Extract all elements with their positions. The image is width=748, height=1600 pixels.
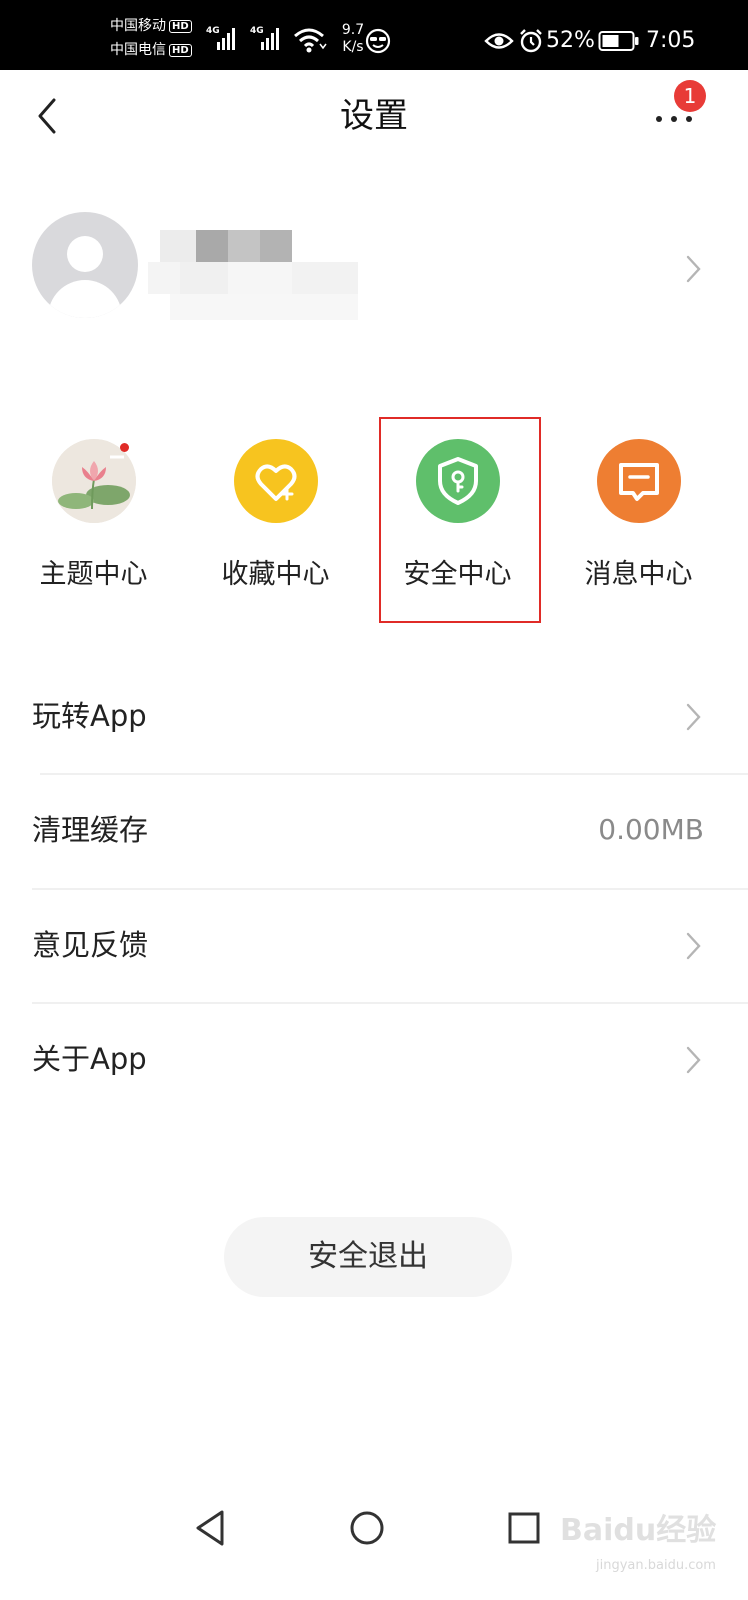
more-options-button[interactable]: 1 <box>646 80 706 140</box>
battery-percent: 52% <box>546 28 595 53</box>
watermark-url: jingyan.baidu.com <box>596 1558 716 1573</box>
avatar <box>32 212 138 318</box>
settings-row-label: 意见反馈 <box>32 928 149 962</box>
settings-row-clear-cache[interactable]: 清理缓存 0.00MB <box>0 774 748 888</box>
settings-row-play-app[interactable]: 玩转App <box>0 660 748 774</box>
settings-row-label: 玩转App <box>32 699 147 733</box>
chevron-right-icon <box>686 255 701 283</box>
circle-home-icon <box>350 1511 384 1545</box>
alarm-icon <box>520 29 542 53</box>
nav-back-button[interactable] <box>180 1500 240 1556</box>
notification-badge: 1 <box>674 80 706 112</box>
back-button[interactable] <box>24 92 72 140</box>
page-title: 设置 <box>340 96 408 136</box>
profile-row[interactable] <box>0 200 748 330</box>
quick-action-theme[interactable]: 主题中心 <box>0 415 187 625</box>
nav-recents-button[interactable] <box>494 1500 554 1556</box>
square-recents-icon <box>508 1512 540 1544</box>
chevron-right-icon <box>686 1046 701 1074</box>
chevron-left-icon <box>38 98 56 134</box>
nav-home-button[interactable] <box>337 1500 397 1556</box>
more-dots-icon <box>656 116 662 122</box>
watermark-brand: Baidu经验 <box>560 1513 717 1548</box>
logout-button[interactable]: 安全退出 <box>224 1217 512 1297</box>
quick-action-label: 消息中心 <box>584 559 693 590</box>
quick-action-label: 收藏中心 <box>221 559 330 590</box>
message-icon <box>597 439 681 523</box>
carrier-2: 中国电信 HD <box>110 42 192 58</box>
sunglasses-face-icon <box>365 28 391 54</box>
carrier-1-label: 中国移动 <box>110 18 166 34</box>
new-dot-indicator <box>120 443 129 452</box>
settings-row-label: 清理缓存 <box>32 813 149 847</box>
triangle-back-icon <box>196 1510 224 1546</box>
network-type-label: 4G <box>206 26 220 36</box>
eye-comfort-icon <box>484 33 514 49</box>
settings-row-about[interactable]: 关于App <box>0 1003 748 1117</box>
quick-action-messages[interactable]: 消息中心 <box>545 415 732 625</box>
battery-icon <box>598 31 639 51</box>
settings-row-label: 关于App <box>32 1042 147 1076</box>
signal-strength-icon: 4G <box>206 24 246 50</box>
settings-row-feedback[interactable]: 意见反馈 <box>0 889 748 1003</box>
chevron-right-icon <box>686 932 701 960</box>
carrier-2-label: 中国电信 <box>110 42 166 58</box>
chevron-right-icon <box>686 703 701 731</box>
carrier-1: 中国移动 HD <box>110 18 192 34</box>
clock-time: 7:05 <box>646 28 696 53</box>
hd-badge: HD <box>169 19 192 33</box>
wifi-icon <box>294 28 327 53</box>
quick-action-label: 主题中心 <box>39 559 148 590</box>
user-silhouette-icon <box>67 236 103 272</box>
network-type-label: 4G <box>250 26 264 36</box>
hd-badge: HD <box>169 43 192 57</box>
heart-icon <box>234 439 318 523</box>
highlight-box <box>379 417 541 623</box>
cache-size-value: 0.00MB <box>598 813 704 846</box>
quick-action-favorites[interactable]: 收藏中心 <box>182 415 369 625</box>
signal-strength-icon: 4G <box>250 24 290 50</box>
status-bar: 中国移动 HD 中国电信 HD 4G 4G 9.7 K/s 52% 7:05 <box>0 0 748 70</box>
watermark: Baidu经验 jingyan.baidu.com <box>560 1508 740 1590</box>
